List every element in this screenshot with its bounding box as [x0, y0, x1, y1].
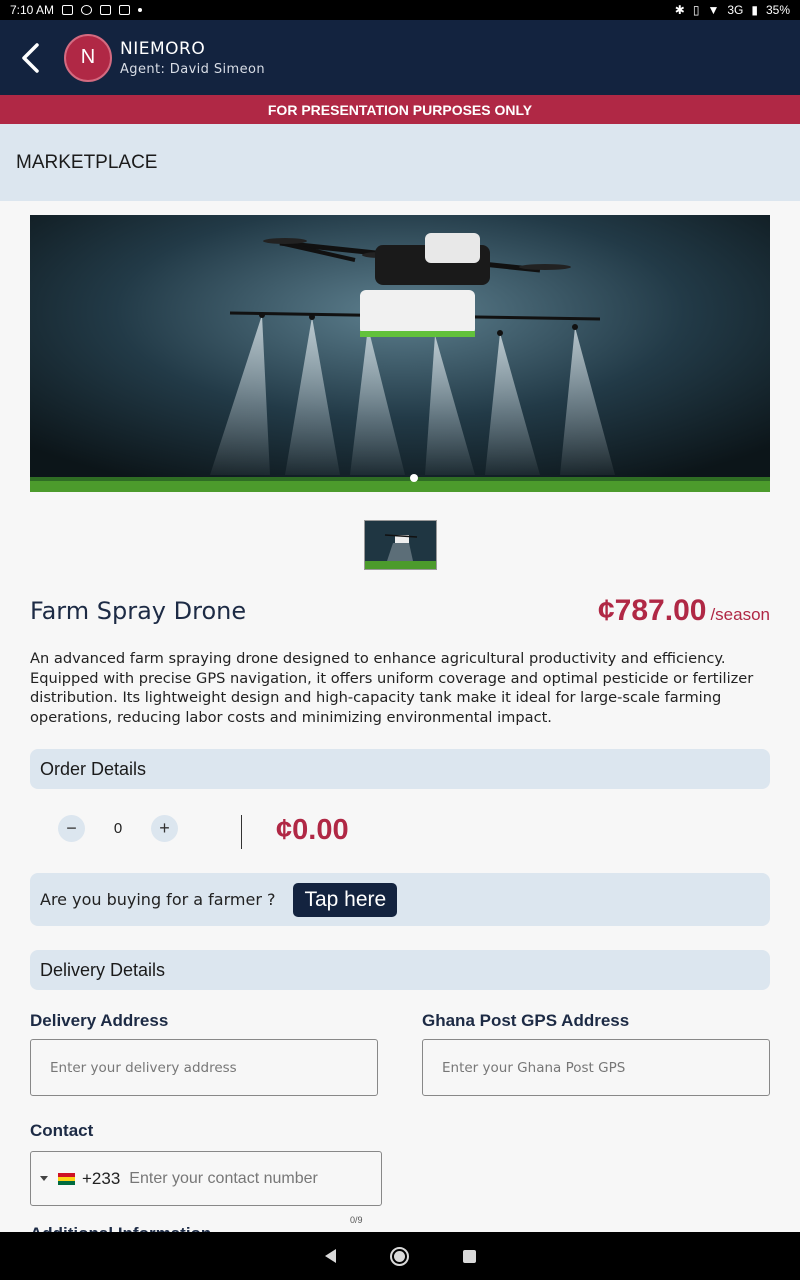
- farmer-prompt: Are you buying for a farmer ? Tap here: [30, 873, 770, 926]
- network-label: 3G: [727, 3, 744, 17]
- image-thumbnail[interactable]: [364, 520, 437, 570]
- price-unit: /season: [710, 605, 770, 624]
- product-title: Farm Spray Drone: [30, 597, 247, 625]
- page-title: MARKETPLACE: [0, 124, 800, 201]
- drone-thumbnail-image: [365, 521, 436, 569]
- contact-phone-field[interactable]: +233 Enter your contact number: [30, 1151, 382, 1206]
- presentation-banner: FOR PRESENTATION PURPOSES ONLY: [0, 95, 800, 124]
- calendar-icon: [100, 5, 112, 15]
- contact-label: Contact: [30, 1121, 94, 1140]
- contact-number-input[interactable]: Enter your contact number: [129, 1170, 318, 1188]
- carousel-dot[interactable]: [410, 474, 418, 482]
- status-time: 7:10 AM: [10, 3, 55, 17]
- country-dropdown-icon[interactable]: [40, 1176, 48, 1181]
- price-amount: ¢787.00: [598, 594, 707, 627]
- vibrate-icon: ▯: [692, 3, 700, 17]
- nav-recents-icon[interactable]: [462, 1249, 476, 1263]
- agent-name: Agent: David Simeon: [120, 61, 265, 77]
- order-details-heading: Order Details: [30, 749, 770, 789]
- app-bar: N NIEMORO Agent: David Simeon: [0, 20, 800, 95]
- gps-address-input[interactable]: Enter your Ghana Post GPS: [422, 1039, 770, 1096]
- nav-back-icon[interactable]: [324, 1249, 336, 1263]
- status-bar: 7:10 AM ✱ ▯ ▼ 3G ▮ 35%: [0, 0, 800, 20]
- tap-here-button[interactable]: Tap here: [293, 882, 398, 917]
- more-notifications-icon: [138, 8, 143, 12]
- sync-icon: [81, 5, 93, 15]
- order-total: ¢0.00: [276, 814, 349, 846]
- back-button[interactable]: [0, 20, 60, 95]
- divider: [241, 815, 242, 849]
- product-image-carousel[interactable]: [30, 215, 770, 492]
- battery-level: 35%: [765, 3, 790, 17]
- battery-icon: ▮: [751, 3, 758, 17]
- nav-home-icon[interactable]: [389, 1246, 409, 1266]
- user-name: NIEMORO: [120, 38, 206, 59]
- ghana-flag-icon: [58, 1172, 75, 1185]
- delivery-address-input[interactable]: Enter your delivery address: [30, 1039, 378, 1096]
- system-nav-bar: [0, 1232, 800, 1280]
- character-counter: 0/9: [350, 1215, 363, 1225]
- farmer-question: Are you buying for a farmer ?: [40, 890, 276, 909]
- gps-address-label: Ghana Post GPS Address: [422, 1011, 630, 1030]
- country-code: +233: [82, 1168, 121, 1188]
- photo-icon: [62, 5, 74, 15]
- drone-image: [30, 215, 770, 492]
- product-description: An advanced farm spraying drone designed…: [30, 650, 754, 726]
- delivery-address-label: Delivery Address: [30, 1011, 169, 1030]
- wifi-icon: ▼: [707, 3, 720, 17]
- chevron-left-icon: [22, 42, 39, 73]
- increase-quantity-button[interactable]: +: [151, 815, 178, 842]
- delivery-details-heading: Delivery Details: [30, 950, 770, 990]
- product-price: ¢787.00 /season: [598, 594, 770, 628]
- quantity-value: 0: [113, 820, 123, 837]
- screen-icon: [119, 5, 131, 15]
- decrease-quantity-button[interactable]: −: [58, 815, 85, 842]
- additional-information-label: Additional Information: [30, 1224, 211, 1232]
- quantity-stepper: − 0 +: [58, 815, 178, 842]
- avatar[interactable]: N: [64, 33, 112, 82]
- bluetooth-icon: ✱: [674, 3, 685, 17]
